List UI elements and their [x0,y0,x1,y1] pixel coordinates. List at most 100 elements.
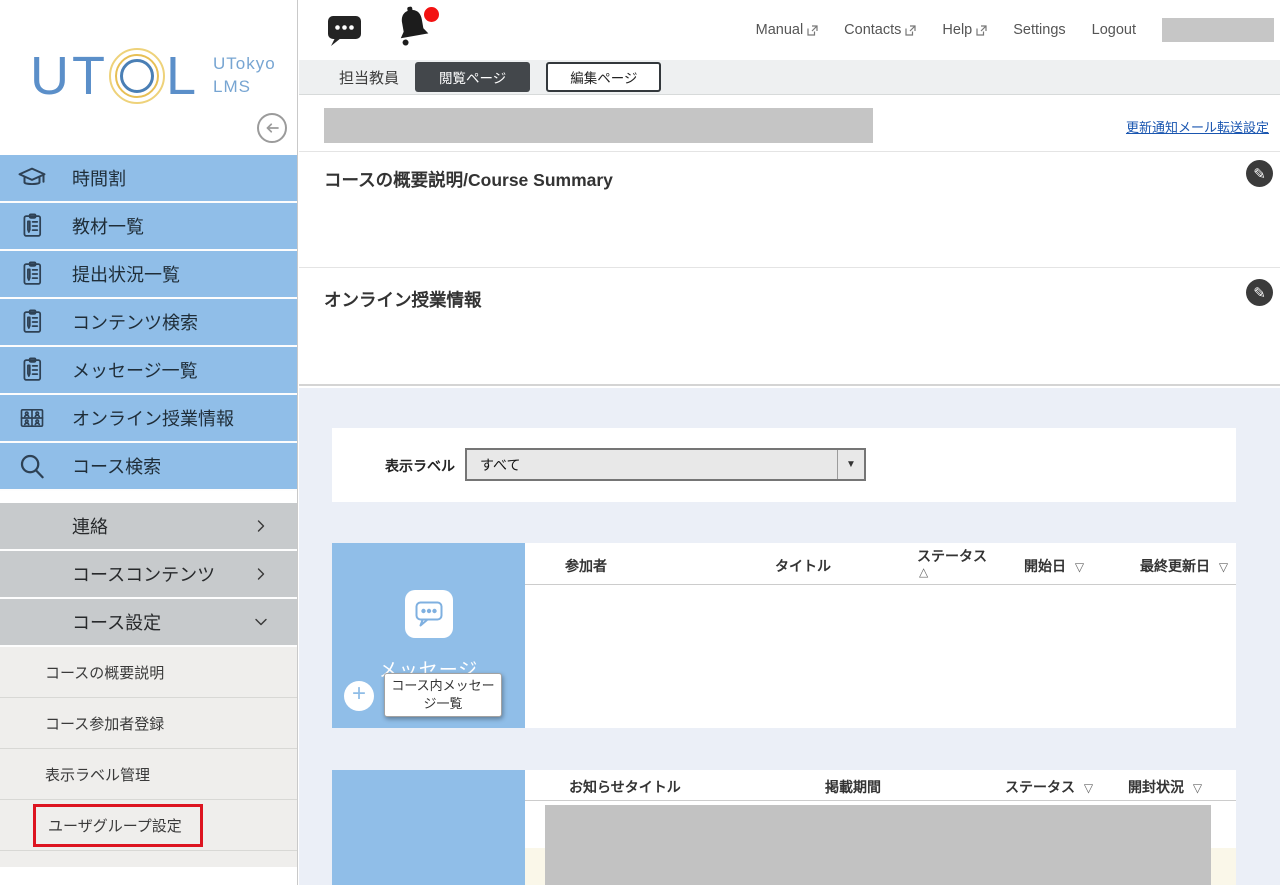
display-label-select[interactable]: すべて ▼ [465,448,866,481]
column-status-sortable[interactable]: ステータス ▽ [1005,777,1093,797]
course-header-panel: 更新通知メール転送設定 コースの概要説明/Course Summary ✎ オン… [299,95,1280,386]
sidebar-item-label: コース参加者登録 [45,713,164,734]
search-icon [16,450,48,482]
sidebar-item-label: オンライン授業情報 [72,405,234,431]
plus-icon: + [352,680,366,707]
logo-text-ut: UT [30,49,108,103]
edit-online-class-button[interactable]: ✎ [1246,279,1273,306]
sidebar-item-timetable[interactable]: 時間割 [0,155,297,203]
sidebar-item-message-list[interactable]: メッセージ一覧 [0,347,297,395]
chevron-right-icon [251,516,271,536]
notification-badge [424,7,439,22]
main-area: Manual Contacts Help [299,0,1280,885]
sidebar-primary-nav: 時間割 教材一覧 [0,155,297,491]
speech-bubble-icon [415,601,443,628]
sidebar-item-course-summary[interactable]: コースの概要説明 [0,647,297,698]
sidebar-item-course-contents[interactable]: コースコンテンツ [0,551,297,599]
page-body: 表示ラベル すべて ▼ [299,388,1280,885]
redacted-announcement [545,805,1211,885]
announcement-card: お知らせタイトル 掲載期間 ステータス ▽ 開封状況 ▽ [332,770,1236,885]
help-link-label: Help [942,22,972,38]
sort-descending-icon: ▽ [1084,781,1093,795]
logo-circle-icon [109,48,165,104]
logo-text-l: L [166,49,199,103]
sort-descending-icon: ▽ [1075,560,1084,574]
sidebar-item-label: コース検索 [72,453,161,479]
sidebar-item-label: コースコンテンツ [72,561,215,587]
notification-bell-icon[interactable] [393,4,437,54]
sidebar-item-user-group-settings[interactable]: ユーザグループ設定 [0,800,297,851]
column-status-sortable[interactable]: ステータス △ [917,548,987,579]
contacts-link-label: Contacts [844,22,901,38]
sidebar-item-course-settings[interactable]: コース設定 [0,599,297,647]
sidebar-collapse-button[interactable] [257,113,287,143]
sidebar: UT L UTokyo LMS [0,0,298,885]
clipboard-icon [16,354,48,386]
column-announcement-title: お知らせタイトル [569,777,681,797]
course-message-list-tooltip: コース内メッセージ一覧 [384,673,502,717]
sidebar-item-course-participants[interactable]: コース参加者登録 [0,698,297,749]
clipboard-icon [16,258,48,290]
help-link[interactable]: Help [942,22,987,38]
logout-link[interactable]: Logout [1092,22,1136,38]
column-period: 掲載期間 [825,777,881,797]
sidebar-item-course-search[interactable]: コース検索 [0,443,297,491]
select-value: すべて [467,450,837,479]
dropdown-arrow-icon: ▼ [837,450,864,479]
contacts-link[interactable]: Contacts [844,22,916,38]
logo-area: UT L UTokyo LMS [0,0,297,155]
sidebar-item-label: メッセージ一覧 [72,357,198,383]
role-label: 担当教員 [339,67,399,88]
external-link-icon [976,25,987,36]
announcement-card-blue-panel [332,770,525,885]
logo-subtitle: UTokyo LMS [213,53,276,99]
sidebar-item-materials[interactable]: 教材一覧 [0,203,297,251]
column-start-date-sortable[interactable]: 開始日 ▽ [1024,556,1084,576]
sidebar-item-online-class-info[interactable]: オンライン授業情報 [0,395,297,443]
pencil-icon: ✎ [1253,284,1266,302]
video-meeting-grid-icon [16,402,48,434]
column-title: タイトル [775,556,831,576]
utol-lms-page: UT L UTokyo LMS [0,0,1280,885]
messages-bubble-icon[interactable] [326,12,364,48]
utol-logo: UT L UTokyo LMS [30,48,276,104]
message-table-header: 参加者 タイトル ステータス △ 開始日 ▽ 最終更新日 ▽ [525,543,1236,585]
tab-edit-page[interactable]: 編集ページ [546,62,661,92]
arrow-left-icon [263,119,281,137]
filter-label: 表示ラベル [385,456,455,476]
sort-descending-icon: ▽ [1219,560,1228,574]
sort-descending-icon: ▽ [1193,781,1202,795]
tab-view-page[interactable]: 閲覧ページ [415,62,530,92]
sidebar-item-content-search[interactable]: コンテンツ検索 [0,299,297,347]
sidebar-item-submission-status[interactable]: 提出状況一覧 [0,251,297,299]
sidebar-secondary-nav: 連絡 コースコンテンツ コース設定 [0,503,297,647]
announcement-table: お知らせタイトル 掲載期間 ステータス ▽ 開封状況 ▽ [525,770,1236,885]
page-mode-tabbar: 担当教員 閲覧ページ 編集ページ [299,60,1280,95]
message-tile [405,590,453,638]
settings-link[interactable]: Settings [1013,22,1065,38]
announcement-table-header: お知らせタイトル 掲載期間 ステータス ▽ 開封状況 ▽ [525,770,1236,801]
update-mail-forward-link[interactable]: 更新通知メール転送設定 [1126,117,1269,136]
sidebar-item-display-label-management[interactable]: 表示ラベル管理 [0,749,297,800]
display-label-filter-panel: 表示ラベル すべて ▼ [332,428,1236,502]
column-last-updated-sortable[interactable]: 最終更新日 ▽ [1140,556,1228,576]
manual-link-label: Manual [756,22,804,38]
column-read-status-sortable[interactable]: 開封状況 ▽ [1128,777,1202,797]
clipboard-icon [16,210,48,242]
divider [299,151,1280,152]
sidebar-item-label: 時間割 [72,165,126,191]
sidebar-item-label: コース設定 [72,609,161,635]
external-link-icon [807,25,818,36]
graduation-cap-icon [16,162,48,194]
add-message-button[interactable]: + [344,681,374,711]
sidebar-item-contact[interactable]: 連絡 [0,503,297,551]
topbar: Manual Contacts Help [299,0,1280,60]
manual-link[interactable]: Manual [756,22,819,38]
column-participant: 参加者 [565,556,607,576]
sidebar-item-label: コンテンツ検索 [72,309,198,335]
sidebar-item-label: 表示ラベル管理 [45,764,150,785]
edit-summary-button[interactable]: ✎ [1246,160,1273,187]
sidebar-item-label: 連絡 [72,513,108,539]
chevron-right-icon [251,564,271,584]
sidebar-item-label: 提出状況一覧 [72,261,180,287]
